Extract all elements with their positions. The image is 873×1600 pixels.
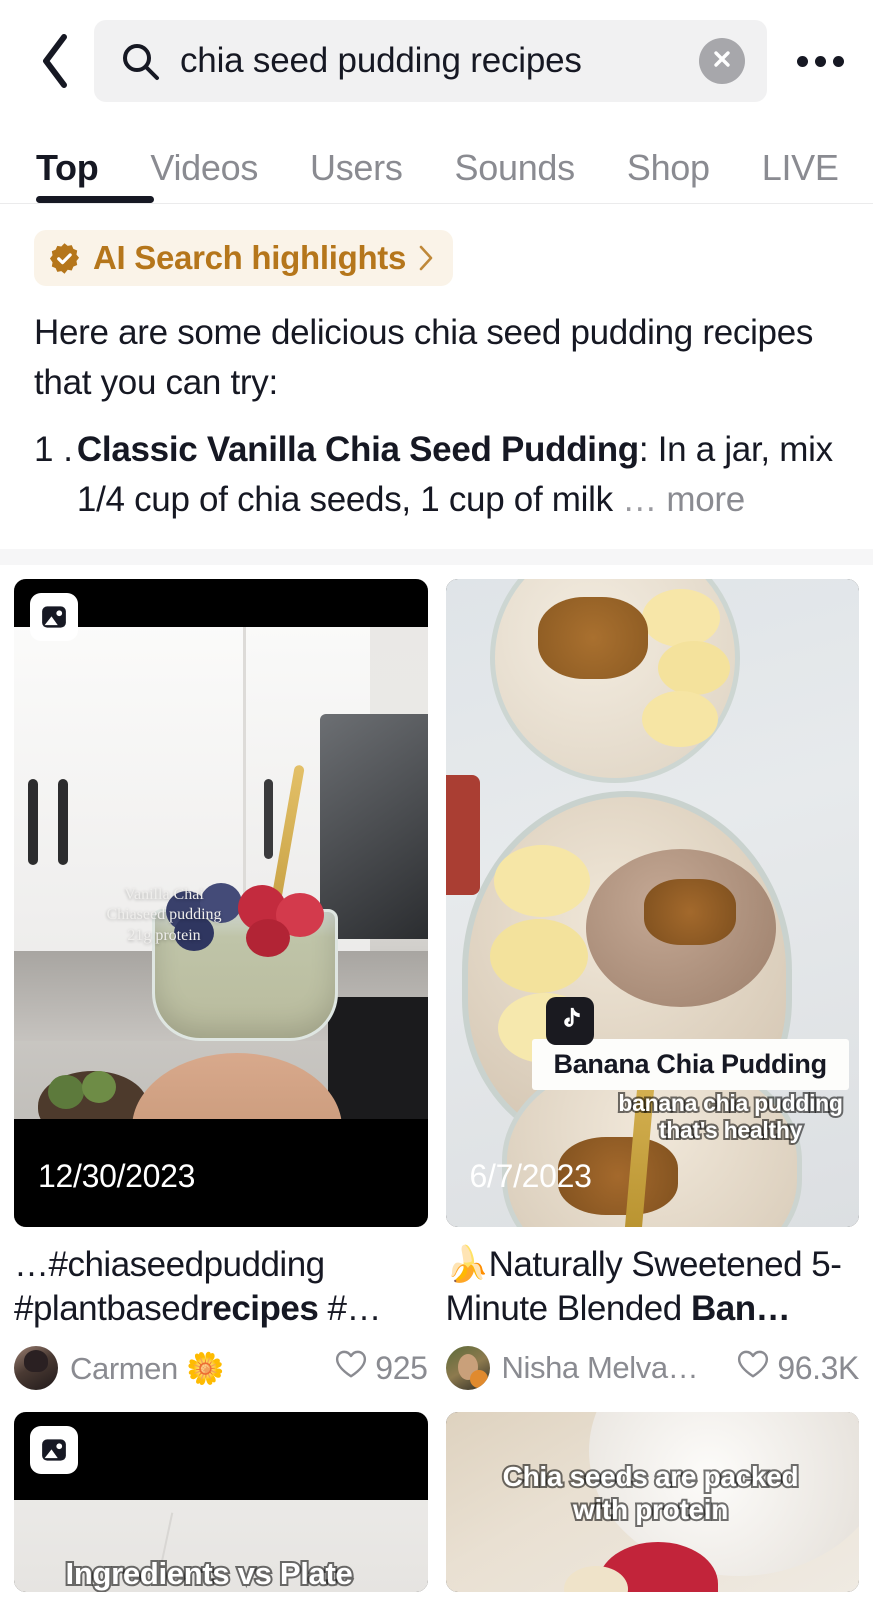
- video-thumbnail[interactable]: Banana Chia Pudding double decker banana…: [446, 579, 860, 1227]
- search-tabs: Top Videos Users Sounds Shop LIVE: [0, 122, 873, 204]
- caption-match: Ban…: [691, 1289, 790, 1328]
- list-item: Classic Vanilla Chia Seed Pudding: In a …: [77, 425, 839, 524]
- chevron-right-icon: [418, 244, 435, 272]
- tab-shop[interactable]: Shop: [601, 147, 736, 203]
- video-results-grid: Vanilla Chai Chiaseed pudding 21g protei…: [0, 565, 873, 1593]
- video-card[interactable]: Chia seeds are packed with protein: [446, 1412, 860, 1592]
- search-header: chia seed pudding recipes: [0, 0, 873, 122]
- tiktok-logo-icon: [546, 997, 594, 1045]
- back-button[interactable]: [30, 33, 80, 89]
- ai-highlights-label: AI Search highlights: [93, 239, 406, 277]
- clear-search-button[interactable]: [699, 38, 745, 84]
- like-count-group: 925: [335, 1349, 427, 1387]
- search-bar[interactable]: chia seed pudding recipes: [94, 20, 767, 102]
- verified-badge-icon: [48, 242, 81, 275]
- ai-search-highlights-pill[interactable]: AI Search highlights: [34, 230, 453, 286]
- recipe-title: Classic Vanilla Chia Seed Pudding: [77, 430, 639, 469]
- tab-label: LIVE: [762, 147, 839, 188]
- like-count-group: 96.3K: [737, 1349, 859, 1387]
- tab-label: Users: [310, 147, 403, 188]
- video-caption[interactable]: …#chiaseedpudding #plantbasedrecipes #…: [14, 1243, 428, 1331]
- image-stack-icon: [30, 1426, 78, 1474]
- video-card[interactable]: Ingredients vs Plate: [14, 1412, 428, 1592]
- tab-label: Top: [36, 147, 98, 188]
- video-thumbnail[interactable]: Ingredients vs Plate: [14, 1412, 428, 1592]
- video-date: 6/7/2023: [470, 1158, 592, 1195]
- video-caption[interactable]: 🍌Naturally Sweetened 5-Minute Blended Ba…: [446, 1243, 860, 1331]
- video-card[interactable]: Vanilla Chai Chiaseed pudding 21g protei…: [14, 579, 428, 1391]
- tab-sounds[interactable]: Sounds: [429, 147, 601, 203]
- sticker-label: Banana Chia Pudding: [532, 1039, 849, 1090]
- more-options-button[interactable]: [781, 31, 859, 91]
- video-sticker: Banana Chia Pudding: [532, 997, 849, 1090]
- list-item-number: 1 .: [34, 425, 73, 524]
- search-input[interactable]: chia seed pudding recipes: [180, 41, 679, 81]
- like-count: 96.3K: [777, 1350, 859, 1387]
- avatar[interactable]: [14, 1346, 58, 1390]
- caption-suffix: #…: [318, 1289, 381, 1328]
- tab-live[interactable]: LIVE: [736, 147, 865, 203]
- video-meta: Carmen 🌼 925: [14, 1346, 428, 1390]
- video-date: 12/30/2023: [38, 1158, 195, 1195]
- ai-recipe-list: 1 . Classic Vanilla Chia Seed Pudding: I…: [34, 425, 839, 524]
- ai-search-highlights-section: AI Search highlights Here are some delic…: [0, 204, 873, 549]
- close-icon: [710, 47, 734, 76]
- video-thumbnail[interactable]: Chia seeds are packed with protein: [446, 1412, 860, 1592]
- video-meta: Nisha Melva… 96.3K: [446, 1346, 860, 1390]
- video-card[interactable]: Banana Chia Pudding double decker banana…: [446, 579, 860, 1391]
- tab-users[interactable]: Users: [284, 147, 429, 203]
- caption-match: recipes: [199, 1289, 318, 1328]
- author-name[interactable]: Nisha Melva…: [502, 1350, 726, 1386]
- video-thumbnail[interactable]: Vanilla Chai Chiaseed pudding 21g protei…: [14, 579, 428, 1227]
- like-count: 925: [375, 1350, 427, 1387]
- tab-label: Videos: [150, 147, 258, 188]
- heart-icon: [335, 1349, 367, 1387]
- image-stack-icon: [30, 593, 78, 641]
- video-overlay-text: Chia seeds are packed with protein: [486, 1460, 816, 1526]
- tab-label: Shop: [627, 147, 710, 188]
- more-link[interactable]: more: [666, 480, 745, 519]
- video-overlay-text: Ingredients vs Plate: [44, 1556, 374, 1593]
- section-divider: [0, 549, 873, 565]
- tab-top[interactable]: Top: [36, 147, 124, 203]
- ai-intro-text: Here are some delicious chia seed puddin…: [34, 308, 839, 407]
- heart-icon: [737, 1349, 769, 1387]
- chevron-left-icon: [38, 33, 72, 89]
- ellipsis-icon: [797, 56, 844, 67]
- truncation-ellipsis: …: [622, 480, 657, 519]
- video-overlay-text: Vanilla Chai Chiaseed pudding 21g protei…: [64, 885, 264, 946]
- tab-videos[interactable]: Videos: [124, 147, 284, 203]
- tab-label: Sounds: [455, 147, 575, 188]
- search-icon: [120, 41, 160, 81]
- avatar[interactable]: [446, 1346, 490, 1390]
- caption-emoji: 🍌: [446, 1245, 489, 1284]
- author-name[interactable]: Carmen 🌼: [70, 1350, 323, 1387]
